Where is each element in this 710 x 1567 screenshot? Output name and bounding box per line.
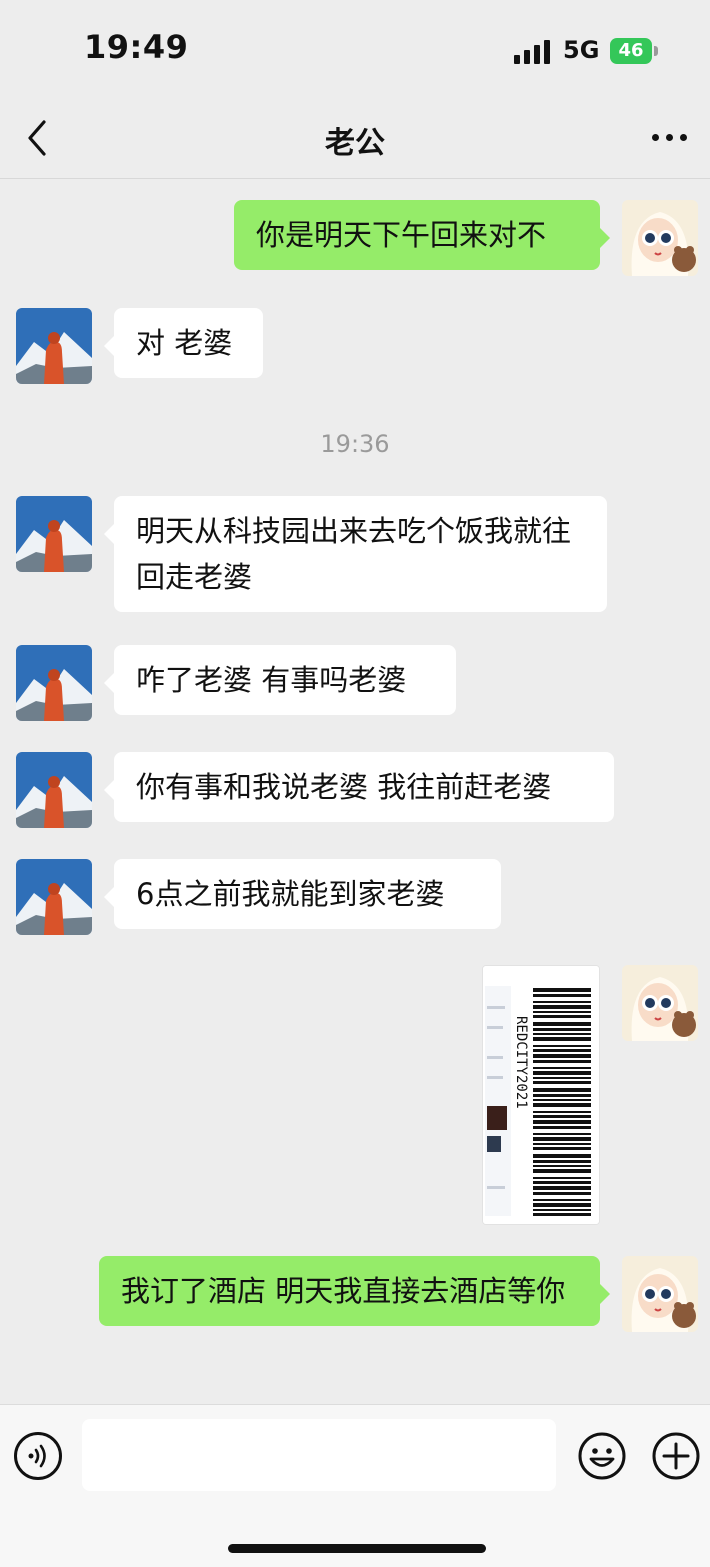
signal-icon — [514, 40, 552, 64]
bubble-tail — [104, 336, 114, 356]
barcode-stripe — [533, 1094, 591, 1097]
barcode-stripe — [533, 1054, 591, 1058]
barcode-stripe — [533, 1192, 591, 1195]
emoji-icon[interactable] — [578, 1432, 626, 1480]
barcode-stripe — [533, 994, 591, 997]
barcode-stripe — [533, 1169, 591, 1173]
network-label: 5G — [563, 36, 600, 64]
nav-divider — [0, 178, 710, 179]
my-avatar[interactable] — [622, 965, 698, 1041]
barcode-stripe — [533, 1088, 591, 1092]
barcode-stripe — [533, 1203, 591, 1207]
message-bubble-received[interactable]: 对 老婆 — [114, 308, 263, 378]
message-input[interactable] — [82, 1419, 556, 1491]
message-bubble-received[interactable]: 明天从科技园出来去吃个饭我就往回走老婆 — [114, 496, 607, 612]
contact-avatar[interactable] — [16, 645, 92, 721]
home-indicator — [228, 1544, 486, 1553]
barcode-stripe — [533, 1049, 591, 1052]
message-bubble-received[interactable]: 咋了老婆 有事吗老婆 — [114, 645, 456, 715]
barcode-stripe — [533, 988, 591, 992]
message-bubble-sent[interactable]: 你是明天下午回来对不 — [234, 200, 600, 270]
barcode-stripe — [533, 1181, 591, 1184]
barcode-stripe — [533, 1015, 591, 1018]
barcode-stripe — [533, 1126, 591, 1129]
my-avatar[interactable] — [622, 1256, 698, 1332]
barcode-stripe — [533, 1077, 591, 1079]
voice-icon[interactable] — [14, 1432, 62, 1480]
chat-timestamp: 19:36 — [320, 430, 390, 458]
more-icon[interactable] — [648, 120, 692, 154]
barcode-stripe — [533, 1005, 591, 1009]
barcode-stripe — [533, 1115, 591, 1118]
barcode-stripe — [533, 1137, 591, 1141]
barcode-stripe — [533, 1045, 591, 1047]
message-bubble-sent[interactable]: 我订了酒店 明天我直接去酒店等你 — [99, 1256, 600, 1326]
contact-avatar[interactable] — [16, 859, 92, 935]
barcode-stripe — [533, 1001, 591, 1003]
contact-avatar[interactable] — [16, 752, 92, 828]
barcode-stripe — [533, 1060, 591, 1063]
plus-circle-icon[interactable] — [652, 1432, 700, 1480]
barcode-stripe — [533, 1165, 591, 1167]
barcode-stripe — [533, 1033, 591, 1035]
barcode-stripe — [533, 1160, 591, 1163]
barcode-stripe — [533, 1199, 591, 1201]
barcode-stripe — [533, 1143, 591, 1145]
bubble-tail — [104, 524, 114, 544]
barcode-stripe — [533, 1099, 591, 1101]
message-bubble-received[interactable]: 你有事和我说老婆 我往前赶老婆 — [114, 752, 614, 822]
bubble-tail — [600, 228, 610, 248]
message-bubble-received[interactable]: 6点之前我就能到家老婆 — [114, 859, 501, 929]
barcode-stripe — [533, 1081, 591, 1084]
barcode-stripe — [533, 1022, 591, 1026]
image-message[interactable]: REDCITY2021 — [482, 965, 600, 1225]
bubble-tail — [104, 887, 114, 907]
battery-icon: 46 — [610, 38, 652, 64]
bubble-tail — [600, 1284, 610, 1304]
barcode-stripe — [533, 1071, 591, 1075]
barcode-stripe — [533, 1209, 591, 1211]
barcode-stripe — [533, 1147, 591, 1150]
barcode-stripe — [533, 1154, 591, 1158]
barcode-stripe — [533, 1103, 591, 1107]
chat-title: 老公 — [325, 126, 385, 161]
barcode-stripe — [533, 1120, 591, 1124]
barcode-stripe — [533, 1028, 591, 1031]
bubble-tail — [104, 673, 114, 693]
barcode-stripe — [533, 1037, 591, 1041]
battery-cap — [654, 46, 658, 56]
barcode-stripe — [533, 1111, 591, 1113]
contact-avatar[interactable] — [16, 496, 92, 572]
image-barcode-text: REDCITY2021 — [513, 1016, 529, 1109]
barcode-stripe — [533, 1177, 591, 1179]
barcode-stripe — [533, 1186, 591, 1190]
status-time: 19:49 — [84, 28, 189, 66]
barcode-stripe — [533, 1067, 591, 1069]
barcode-stripe — [533, 1213, 591, 1216]
barcode-stripe — [533, 1011, 591, 1013]
bubble-tail — [104, 780, 114, 800]
barcode-stripe — [533, 1133, 591, 1135]
contact-avatar[interactable] — [16, 308, 92, 384]
my-avatar[interactable] — [622, 200, 698, 276]
